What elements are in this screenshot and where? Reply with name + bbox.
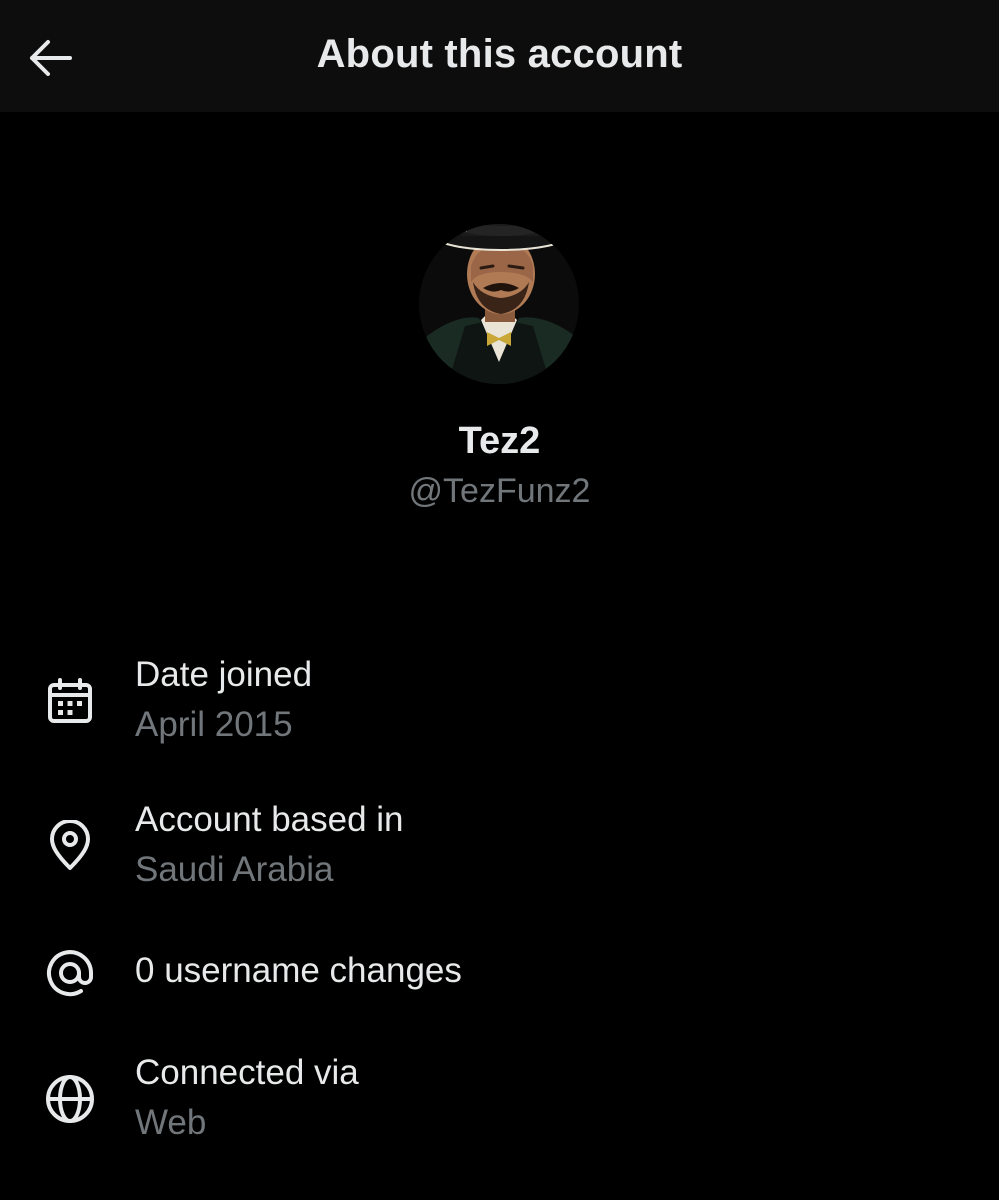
info-title-date-joined: Date joined bbox=[135, 655, 313, 694]
globe-icon bbox=[40, 1069, 100, 1129]
display-name: Tez2 bbox=[458, 420, 541, 462]
info-value-account-based-in: Saudi Arabia bbox=[135, 850, 334, 889]
calendar-icon bbox=[40, 671, 100, 731]
info-row-connected-via: Connected via Web bbox=[0, 1053, 999, 1153]
info-row-account-based-in: Account based in Saudi Arabia bbox=[0, 800, 999, 900]
username-handle: @TezFunz2 bbox=[408, 472, 591, 510]
profile-avatar[interactable] bbox=[417, 186, 581, 386]
info-value-date-joined: April 2015 bbox=[135, 705, 293, 744]
info-title-account-based-in: Account based in bbox=[135, 800, 404, 839]
location-pin-icon bbox=[40, 816, 100, 876]
info-title-username-changes: 0 username changes bbox=[135, 951, 462, 990]
info-title-connected-via: Connected via bbox=[135, 1053, 359, 1092]
at-sign-icon bbox=[40, 943, 100, 1003]
page-title: About this account bbox=[316, 32, 683, 76]
info-row-date-joined: Date joined April 2015 bbox=[0, 655, 999, 755]
top-app-bar: About this account bbox=[0, 0, 999, 112]
info-row-username-changes: 0 username changes bbox=[0, 945, 999, 1005]
info-value-connected-via: Web bbox=[135, 1103, 207, 1142]
